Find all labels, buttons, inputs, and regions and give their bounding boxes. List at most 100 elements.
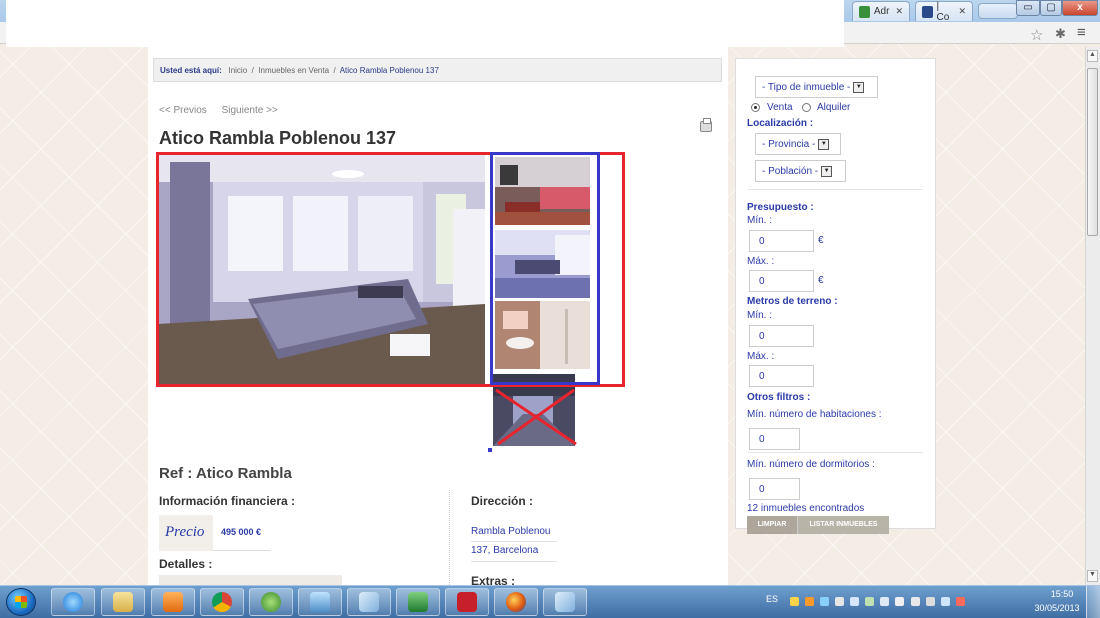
budget-min-label: Mín. : [747,215,773,226]
file-explorer-icon[interactable] [101,588,145,616]
radio-venta[interactable] [751,103,760,112]
rooms-label: Mín. número de habitaciones : [747,409,882,420]
media-glyph [163,592,183,612]
start-button[interactable] [6,588,36,616]
land-min-input[interactable]: 0 [749,325,814,347]
wrench-icon[interactable]: ✱ [1055,26,1066,42]
network-users-icon[interactable] [249,588,293,616]
page-title: Atico Rambla Poblenou 137 [159,128,397,148]
property-type-value: - Tipo de inmueble - [762,81,851,93]
clock-time[interactable]: 15:50 [1042,589,1082,599]
tray-icon[interactable] [880,597,890,606]
land-max-input[interactable]: 0 [749,365,814,387]
clock-date[interactable]: 30/05/2013 [1030,603,1084,613]
close-window-button[interactable]: x [1062,0,1098,16]
new-tab-button[interactable] [978,3,1018,19]
town-select[interactable]: - Población - ▼ [755,160,846,182]
next-link[interactable]: Siguiente >> [222,105,278,116]
browser-tab-2[interactable]: | Co ✕ [915,1,973,23]
divider [471,561,557,562]
scroll-up-arrow-icon[interactable]: ▲ [1087,50,1098,62]
selection-handle[interactable] [488,448,492,452]
breadcrumb: Usted está aquí: Inicio / Inmuebles en V… [153,58,722,82]
excel-icon[interactable] [396,588,440,616]
chrome-icon[interactable] [200,588,244,616]
breadcrumb-item-sale[interactable]: Inmuebles en Venta [258,66,329,75]
tab-favicon-icon [922,5,933,18]
breadcrumb-item-home[interactable]: Inicio [228,66,247,75]
chevron-down-icon: ▼ [821,165,833,177]
tray-icon[interactable] [835,597,845,606]
users-glyph [261,592,281,612]
browser-tab-1[interactable]: Adr ✕ [852,1,910,21]
tray-icon[interactable] [820,597,830,606]
bookmark-star-icon[interactable]: ☆ [1030,26,1043,44]
cross-out-annotation [495,388,577,446]
filezilla-icon[interactable] [445,588,489,616]
tray-icon[interactable] [790,597,799,606]
tray-icon[interactable] [805,597,815,606]
pagination-nav: << Previos Siguiente >> [159,105,290,116]
firefox-icon[interactable] [494,588,538,616]
details-heading: Detalles : [159,557,213,571]
budget-max-input[interactable]: 0 [749,270,814,292]
property-type-select[interactable]: - Tipo de inmueble - ▼ [755,76,878,98]
maximize-button[interactable]: ▢ [1040,0,1062,16]
minimize-button[interactable]: ▭ [1016,0,1040,16]
divider [748,189,923,190]
province-value: - Provincia - [762,138,816,150]
picture-viewer-icon[interactable] [298,588,342,616]
tray-icon[interactable] [955,597,965,606]
notepad-glyph [359,592,379,612]
tab-close-icon[interactable]: ✕ [958,6,966,17]
town-value: - Población - [762,165,819,177]
tab-favicon-icon [859,5,870,18]
land-max-label: Máx. : [747,351,775,362]
rooms-input[interactable]: 0 [749,428,800,450]
address-street[interactable]: Rambla Poblenou [471,526,551,537]
radio-venta-label: Venta [767,102,793,113]
network-icon[interactable] [940,597,950,606]
results-count: 12 inmuebles encontrados [747,503,865,514]
province-select[interactable]: - Provincia - ▼ [755,133,841,155]
address-heading: Dirección : [471,494,534,508]
media-player-icon[interactable] [151,588,195,616]
print-icon[interactable] [700,118,712,132]
tab-label: Adr [873,6,890,17]
bedrooms-input[interactable]: 0 [749,478,800,500]
picture-glyph [310,592,330,612]
price-label: Precio [159,515,213,551]
tray-icon[interactable] [865,597,875,606]
budget-heading: Presupuesto : [747,202,814,213]
tab-close-icon[interactable]: ✕ [895,6,903,17]
volume-icon[interactable] [850,597,860,606]
ie-glyph [63,592,83,612]
breadcrumb-separator: / [251,66,254,75]
redacted-area [6,0,844,47]
flag-icon[interactable] [910,597,920,606]
budget-max-label: Máx. : [747,256,775,267]
budget-min-input[interactable]: 0 [749,230,814,252]
internet-explorer-icon[interactable] [51,588,95,616]
notepad-icon-2[interactable] [543,588,587,616]
battery-icon[interactable] [925,597,935,606]
notepad-icon[interactable] [347,588,391,616]
radio-alquiler-label: Alquiler [817,102,851,113]
previous-link[interactable]: << Previos [159,105,207,116]
clear-button[interactable]: LIMPIAR [747,516,797,534]
currency-label: € [818,275,824,286]
property-ref: Ref : Atico Rambla [159,465,292,482]
language-indicator[interactable]: ES [766,594,778,604]
scroll-down-arrow-icon[interactable]: ▼ [1087,570,1098,582]
show-desktop-button[interactable] [1086,586,1100,618]
address-city[interactable]: 137, Barcelona [471,545,538,556]
scrollbar-thumb[interactable] [1087,68,1098,236]
radio-alquiler[interactable] [802,103,811,112]
breadcrumb-item-current[interactable]: Atico Rambla Poblenou 137 [340,66,439,75]
tray-icon[interactable] [895,597,905,606]
menu-icon[interactable]: ≡ [1077,24,1086,41]
system-tray[interactable] [790,597,1022,609]
land-heading: Metros de terreno : [747,296,838,307]
divider [748,452,923,453]
list-properties-button[interactable]: LISTAR INMUEBLES [797,516,889,534]
